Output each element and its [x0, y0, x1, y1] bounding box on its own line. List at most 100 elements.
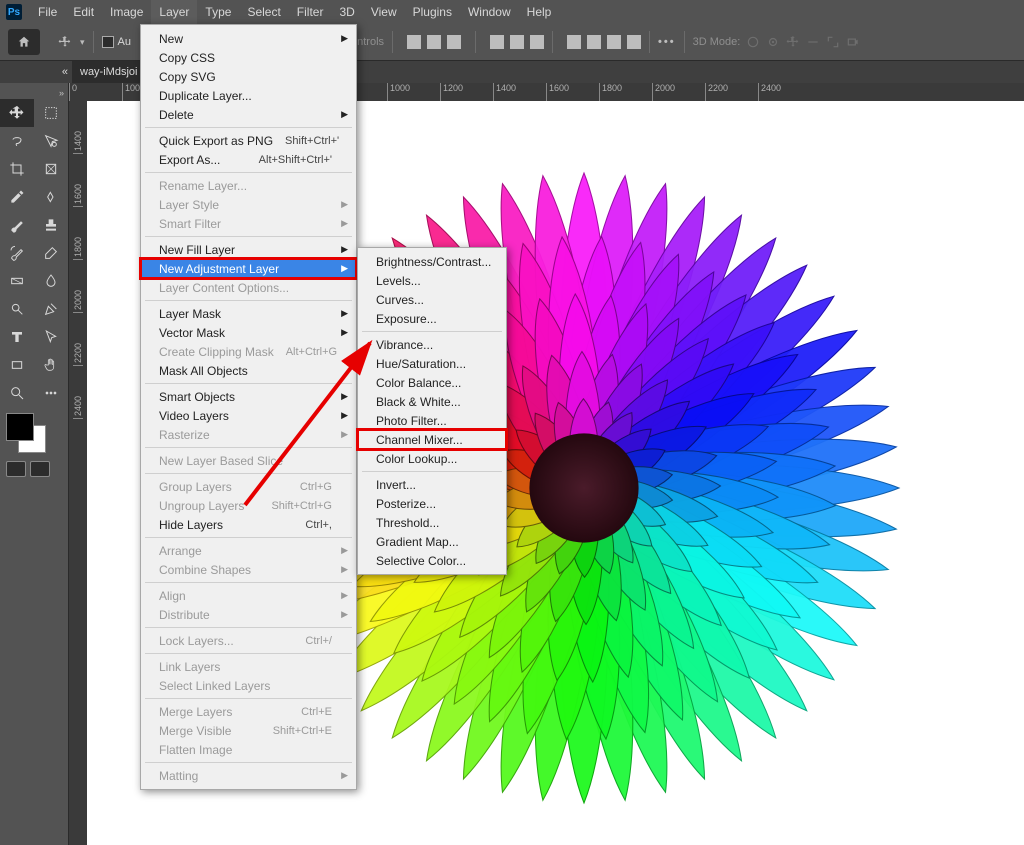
menu-item-posterize[interactable]: Posterize... [358, 494, 506, 513]
pen-tool[interactable] [34, 295, 68, 323]
menu-item-mask-all-objects[interactable]: Mask All Objects [141, 361, 356, 380]
menu-item-brightness-contrast[interactable]: Brightness/Contrast... [358, 252, 506, 271]
align-bottom-icon[interactable] [530, 35, 544, 49]
hand-tool[interactable] [34, 351, 68, 379]
menu-item-export-as[interactable]: Export As...Alt+Shift+Ctrl+' [141, 150, 356, 169]
zoom-tool[interactable] [0, 379, 34, 407]
menu-item-quick-export-as-png[interactable]: Quick Export as PNGShift+Ctrl+' [141, 131, 356, 150]
menu-item-exposure[interactable]: Exposure... [358, 309, 506, 328]
menu-item-label: Hue/Saturation... [376, 357, 466, 371]
menu-item-black-white[interactable]: Black & White... [358, 392, 506, 411]
3d-camera-icon[interactable] [846, 35, 860, 49]
menu-item-layer-mask[interactable]: Layer Mask▶ [141, 304, 356, 323]
distribute-space-icon[interactable] [607, 35, 621, 49]
healing-tool[interactable] [34, 183, 68, 211]
dodge-tool[interactable] [0, 295, 34, 323]
menu-image[interactable]: Image [102, 0, 151, 24]
menu-item-invert[interactable]: Invert... [358, 475, 506, 494]
menu-item-selective-color[interactable]: Selective Color... [358, 551, 506, 570]
menu-separator [145, 300, 352, 301]
panel-collapse-icon[interactable]: « [62, 66, 68, 78]
distribute-h-icon[interactable] [567, 35, 581, 49]
3d-roll-icon[interactable] [766, 35, 780, 49]
3d-scale-icon[interactable] [826, 35, 840, 49]
auto-select-checkbox[interactable] [102, 36, 114, 48]
stamp-tool[interactable] [34, 211, 68, 239]
menu-item-new-fill-layer[interactable]: New Fill Layer▶ [141, 240, 356, 259]
ruler-tick: 2000 [73, 260, 83, 313]
menu-item-levels[interactable]: Levels... [358, 271, 506, 290]
submenu-arrow-icon: ▶ [341, 609, 348, 620]
menu-help[interactable]: Help [519, 0, 560, 24]
gradient-tool[interactable] [0, 267, 34, 295]
quick-select-tool[interactable] [34, 127, 68, 155]
menu-item-copy-css[interactable]: Copy CSS [141, 48, 356, 67]
menu-edit[interactable]: Edit [65, 0, 102, 24]
menu-item-duplicate-layer[interactable]: Duplicate Layer... [141, 86, 356, 105]
align-middle-icon[interactable] [510, 35, 524, 49]
edit-toolbar[interactable] [34, 379, 68, 407]
menu-file[interactable]: File [30, 0, 65, 24]
home-button[interactable] [8, 29, 40, 55]
screen-mode-icon[interactable] [30, 461, 50, 477]
type-tool[interactable] [0, 323, 34, 351]
menu-item-gradient-map[interactable]: Gradient Map... [358, 532, 506, 551]
crop-tool[interactable] [0, 155, 34, 183]
blur-tool[interactable] [34, 267, 68, 295]
menu-item-color-lookup[interactable]: Color Lookup... [358, 449, 506, 468]
menu-item-label: Levels... [376, 274, 421, 288]
rectangle-tool[interactable] [0, 351, 34, 379]
menu-item-video-layers[interactable]: Video Layers▶ [141, 406, 356, 425]
menu-plugins[interactable]: Plugins [405, 0, 460, 24]
menu-item-vibrance[interactable]: Vibrance... [358, 335, 506, 354]
menu-layer[interactable]: Layer [151, 0, 197, 24]
align-top-icon[interactable] [490, 35, 504, 49]
menu-item-label: Exposure... [376, 312, 437, 326]
color-swatches[interactable] [6, 413, 46, 453]
menu-item-new[interactable]: New▶ [141, 29, 356, 48]
menu-filter[interactable]: Filter [289, 0, 332, 24]
path-select-tool[interactable] [34, 323, 68, 351]
menu-item-hide-layers[interactable]: Hide LayersCtrl+, [141, 515, 356, 534]
menu-item-vector-mask[interactable]: Vector Mask▶ [141, 323, 356, 342]
quick-mask-icon[interactable] [6, 461, 26, 477]
align-left-icon[interactable] [407, 35, 421, 49]
align-right-icon[interactable] [447, 35, 461, 49]
menu-item-smart-objects[interactable]: Smart Objects▶ [141, 387, 356, 406]
menu-item-channel-mixer[interactable]: Channel Mixer... [358, 430, 506, 449]
menu-select[interactable]: Select [239, 0, 288, 24]
menu-item-smart-filter: Smart Filter▶ [141, 214, 356, 233]
distribute-v-icon[interactable] [587, 35, 601, 49]
menu-item-new-adjustment-layer[interactable]: New Adjustment Layer▶ [141, 259, 356, 278]
menu-item-threshold[interactable]: Threshold... [358, 513, 506, 532]
foreground-color-swatch[interactable] [6, 413, 34, 441]
submenu-arrow-icon: ▶ [341, 109, 348, 120]
move-tool[interactable] [0, 99, 34, 127]
more-options-button[interactable]: ••• [658, 36, 676, 48]
3d-orbit-icon[interactable] [746, 35, 760, 49]
history-brush-tool[interactable] [0, 239, 34, 267]
menu-item-photo-filter[interactable]: Photo Filter... [358, 411, 506, 430]
frame-tool[interactable] [34, 155, 68, 183]
menu-view[interactable]: View [363, 0, 405, 24]
menu-item-color-balance[interactable]: Color Balance... [358, 373, 506, 392]
3d-pan-icon[interactable] [786, 35, 800, 49]
menu-item-layer-style: Layer Style▶ [141, 195, 356, 214]
menu-item-copy-svg[interactable]: Copy SVG [141, 67, 356, 86]
menu-item-curves[interactable]: Curves... [358, 290, 506, 309]
menu-window[interactable]: Window [460, 0, 519, 24]
marquee-tool[interactable] [34, 99, 68, 127]
lasso-tool[interactable] [0, 127, 34, 155]
menu-3d[interactable]: 3D [331, 0, 362, 24]
3d-slide-icon[interactable] [806, 35, 820, 49]
distribute-stack-icon[interactable] [627, 35, 641, 49]
menu-item-hue-saturation[interactable]: Hue/Saturation... [358, 354, 506, 373]
align-center-icon[interactable] [427, 35, 441, 49]
eyedropper-tool[interactable] [0, 183, 34, 211]
brush-tool[interactable] [0, 211, 34, 239]
menu-type[interactable]: Type [197, 0, 239, 24]
submenu-arrow-icon: ▶ [341, 244, 348, 255]
eraser-tool[interactable] [34, 239, 68, 267]
menu-item-delete[interactable]: Delete▶ [141, 105, 356, 124]
toolbox-collapse-icon[interactable]: » [59, 88, 64, 98]
